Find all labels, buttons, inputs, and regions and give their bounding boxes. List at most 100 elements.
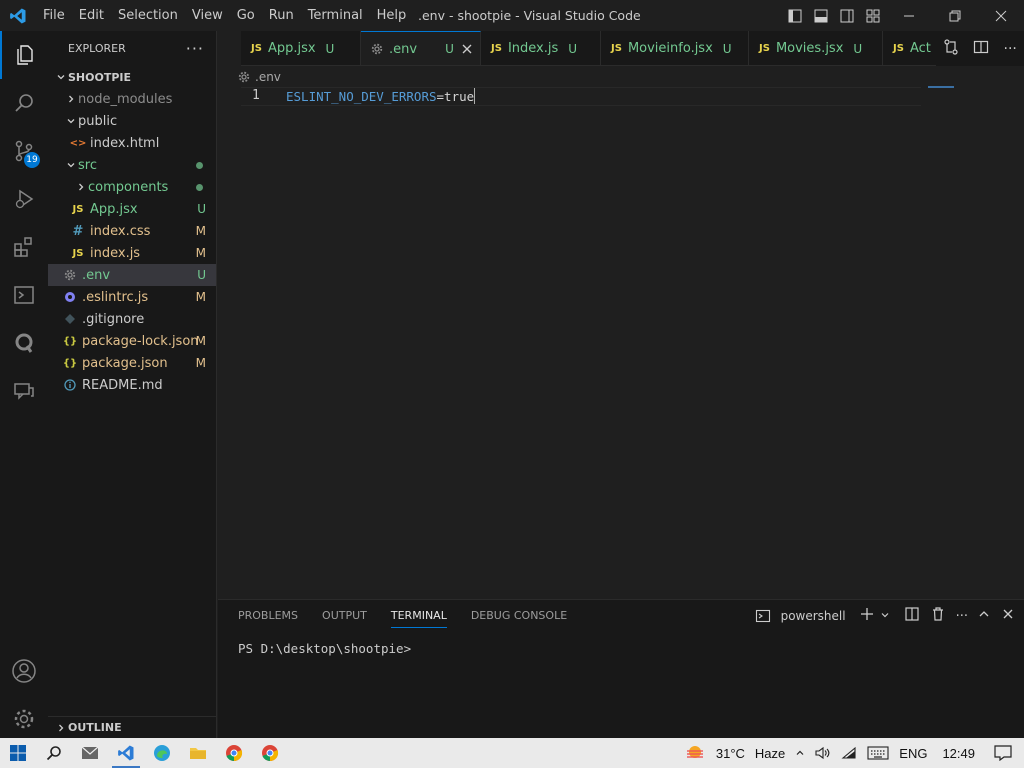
toggle-panel-icon[interactable]	[808, 0, 834, 31]
weather-temperature[interactable]: 31°C	[716, 746, 745, 761]
chevron-down-icon[interactable]	[880, 609, 890, 624]
chrome-icon[interactable]	[216, 738, 252, 768]
minimap[interactable]	[928, 86, 954, 88]
windows-start-icon[interactable]	[0, 738, 36, 768]
notifications-icon[interactable]	[994, 745, 1012, 761]
minimize-icon[interactable]	[886, 0, 932, 31]
tree-item-index-js[interactable]: JS index.js M	[48, 242, 216, 264]
breadcrumb[interactable]: .env	[238, 68, 281, 86]
more-actions-icon[interactable]: ···	[186, 39, 204, 58]
git-status-badge: U	[197, 202, 206, 216]
account-icon[interactable]	[0, 647, 48, 695]
trash-icon[interactable]	[930, 606, 946, 626]
close-window-icon[interactable]	[978, 0, 1024, 31]
tree-item-package-json[interactable]: {} package.json M	[48, 352, 216, 374]
git-status-badge: M	[195, 334, 206, 348]
outline-section[interactable]: OUTLINE	[48, 716, 216, 738]
breadcrumb-file[interactable]: .env	[255, 70, 281, 84]
tree-item-index-css[interactable]: # index.css M	[48, 220, 216, 242]
tree-item-src[interactable]: src	[48, 154, 216, 176]
explorer-title: EXPLORER	[68, 42, 126, 55]
volume-icon[interactable]	[815, 746, 831, 760]
menu-go[interactable]: Go	[230, 0, 262, 31]
run-debug-icon[interactable]	[0, 175, 48, 223]
chevron-up-icon[interactable]	[795, 748, 805, 758]
tree-item-gitignore[interactable]: .gitignore	[48, 308, 216, 330]
git-status-badge: M	[195, 224, 206, 238]
menu-edit[interactable]: Edit	[72, 0, 111, 31]
tree-item-app-jsx[interactable]: JS App.jsx U	[48, 198, 216, 220]
tree-item-label: src	[78, 157, 97, 173]
terminal-view-icon[interactable]	[0, 271, 48, 319]
tab-label: Movies.jsx	[775, 41, 844, 56]
search-icon[interactable]	[36, 738, 72, 768]
split-terminal-icon[interactable]	[904, 606, 920, 626]
menu-file[interactable]: File	[36, 0, 72, 31]
close-tab-icon[interactable]	[462, 44, 472, 54]
menu-help[interactable]: Help	[370, 0, 414, 31]
workspace-root[interactable]: SHOOTPIE	[48, 66, 216, 88]
chat-icon[interactable]	[0, 367, 48, 415]
tab-problems[interactable]: PROBLEMS	[238, 600, 298, 632]
tree-item-index-html[interactable]: <> index.html	[48, 132, 216, 154]
json-file-icon: {}	[62, 357, 78, 369]
tree-item-node-modules[interactable]: node_modules	[48, 88, 216, 110]
wifi-icon[interactable]	[841, 746, 857, 760]
tab-movieinfo-jsx[interactable]: JS Movieinfo.jsx U	[601, 31, 749, 65]
search-icon[interactable]	[0, 79, 48, 127]
terminal-shell-name[interactable]: powershell	[781, 609, 846, 623]
clock[interactable]: 12:49	[942, 746, 975, 761]
terminal-prompt[interactable]: PS D:\desktop\shootpie>	[238, 641, 411, 656]
maximize-panel-icon[interactable]	[978, 608, 990, 624]
toggle-secondary-sidebar-icon[interactable]	[834, 0, 860, 31]
keyboard-icon[interactable]	[867, 746, 889, 760]
tree-item-components[interactable]: components	[48, 176, 216, 198]
code-line[interactable]: ESLINT_NO_DEV_ERRORS=true	[286, 88, 476, 104]
split-editor-icon[interactable]	[973, 39, 989, 59]
tree-item-label: App.jsx	[90, 201, 138, 217]
tab-output[interactable]: OUTPUT	[322, 600, 367, 632]
menu-terminal[interactable]: Terminal	[301, 0, 370, 31]
tree-item-package-lock[interactable]: {} package-lock.json M	[48, 330, 216, 352]
menu-view[interactable]: View	[185, 0, 230, 31]
close-panel-icon[interactable]	[1002, 608, 1014, 624]
tree-item-public[interactable]: public	[48, 110, 216, 132]
edge-browser-icon[interactable]	[144, 738, 180, 768]
file-explorer-icon[interactable]	[180, 738, 216, 768]
tab-index-js[interactable]: JS Index.js U	[481, 31, 601, 65]
tab-app-jsx[interactable]: JS App.jsx U	[241, 31, 361, 65]
menu-bar: File Edit Selection View Go Run Terminal…	[36, 0, 413, 31]
git-status-badge: M	[195, 290, 206, 304]
menu-run[interactable]: Run	[262, 0, 301, 31]
input-language[interactable]: ENG	[899, 746, 927, 761]
explorer-icon[interactable]	[0, 31, 48, 79]
weather-haze-icon[interactable]	[684, 744, 706, 762]
restore-icon[interactable]	[932, 0, 978, 31]
more-actions-icon[interactable]: ···	[956, 609, 968, 624]
gitlens-icon[interactable]	[0, 319, 48, 367]
css-file-icon: #	[72, 223, 84, 239]
tab-env[interactable]: .env U	[361, 31, 481, 65]
weather-condition[interactable]: Haze	[755, 746, 785, 761]
source-control-icon[interactable]: 19	[0, 127, 48, 175]
tree-item-readme[interactable]: README.md	[48, 374, 216, 396]
tab-debug-console[interactable]: DEBUG CONSOLE	[471, 600, 567, 632]
more-actions-icon[interactable]: ···	[1004, 41, 1017, 57]
tree-item-eslintrc[interactable]: .eslintrc.js M	[48, 286, 216, 308]
tab-movies-jsx[interactable]: JS Movies.jsx U	[749, 31, 883, 65]
menu-selection[interactable]: Selection	[111, 0, 185, 31]
compare-changes-icon[interactable]	[943, 38, 959, 59]
tab-terminal[interactable]: TERMINAL	[390, 600, 447, 632]
extensions-icon[interactable]	[0, 223, 48, 271]
tree-item-label: package-lock.json	[82, 333, 199, 349]
chrome-profile-icon[interactable]	[252, 738, 288, 768]
mail-icon[interactable]	[72, 738, 108, 768]
settings-gear-icon[interactable]	[0, 695, 48, 743]
activity-bar: 19	[0, 31, 48, 738]
customize-layout-icon[interactable]	[860, 0, 886, 31]
vscode-taskbar-icon[interactable]	[108, 738, 144, 768]
tree-item-label: components	[88, 179, 169, 195]
toggle-sidebar-icon[interactable]	[782, 0, 808, 31]
new-terminal-icon[interactable]	[860, 607, 874, 625]
tree-item-env[interactable]: .env U	[48, 264, 216, 286]
